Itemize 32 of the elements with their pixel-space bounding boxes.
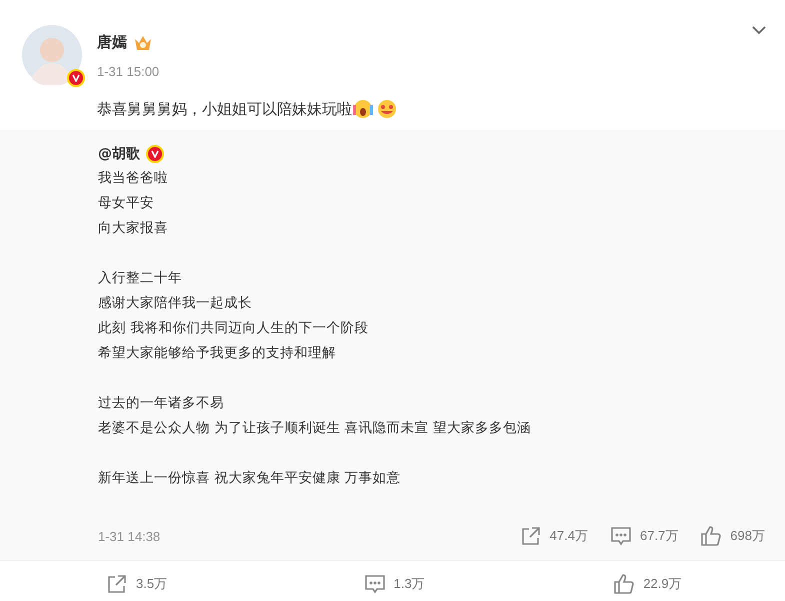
repost-text-line: 入行整二十年 (98, 269, 183, 288)
emoji-icon (376, 99, 398, 119)
repost-text-line: 母女平安 (98, 194, 155, 213)
comment-button[interactable]: 1.3万 (364, 573, 425, 595)
share-icon (520, 525, 542, 547)
chevron-icon[interactable] (751, 24, 767, 36)
repost-text-line: 老婆不是公众人物 为了让孩子顺利诞生 喜讯隐而未宣 望大家多多包涵 (98, 419, 532, 438)
post-text: 恭喜舅舅舅妈，小姐姐可以陪妹妹玩啦 (97, 100, 352, 118)
repost-author[interactable]: @胡歌 (98, 145, 140, 163)
repost-text-line: 感谢大家陪伴我一起成长 (98, 294, 253, 313)
repost-text-line: 新年送上一份惊喜 祝大家兔年平安健康 万事如意 (98, 469, 402, 488)
comment-icon (364, 573, 386, 595)
repost-text-line: 向大家报喜 (98, 219, 169, 238)
crown-icon (133, 34, 153, 52)
comment-icon (610, 525, 632, 547)
avatar[interactable] (22, 25, 82, 85)
share-button[interactable]: 3.5万 (106, 573, 168, 595)
thumbs-up-icon (613, 573, 636, 595)
emoji-icon (352, 99, 374, 119)
share-icon (106, 573, 128, 595)
thumbs-up-icon (700, 525, 722, 547)
repost-time: 1-31 14:38 (98, 528, 160, 544)
repost-text-line: 过去的一年诸多不易 (98, 394, 225, 413)
like-button[interactable]: 22.9万 (613, 573, 682, 595)
repost-text-line: 希望大家能够给予我更多的支持和理解 (98, 344, 337, 363)
post-time: 1-31 15:00 (97, 64, 160, 79)
like-count[interactable]: 698万 (700, 525, 765, 547)
comment-count[interactable]: 67.7万 (610, 525, 678, 547)
repost-text-line: 我当爸爸啦 (98, 169, 169, 188)
share-count[interactable]: 47.4万 (520, 525, 588, 547)
repost-text-line: 此刻 我将和你们共同迈向人生的下一个阶段 (98, 319, 370, 338)
author-name[interactable]: 唐嫣 (97, 33, 127, 52)
